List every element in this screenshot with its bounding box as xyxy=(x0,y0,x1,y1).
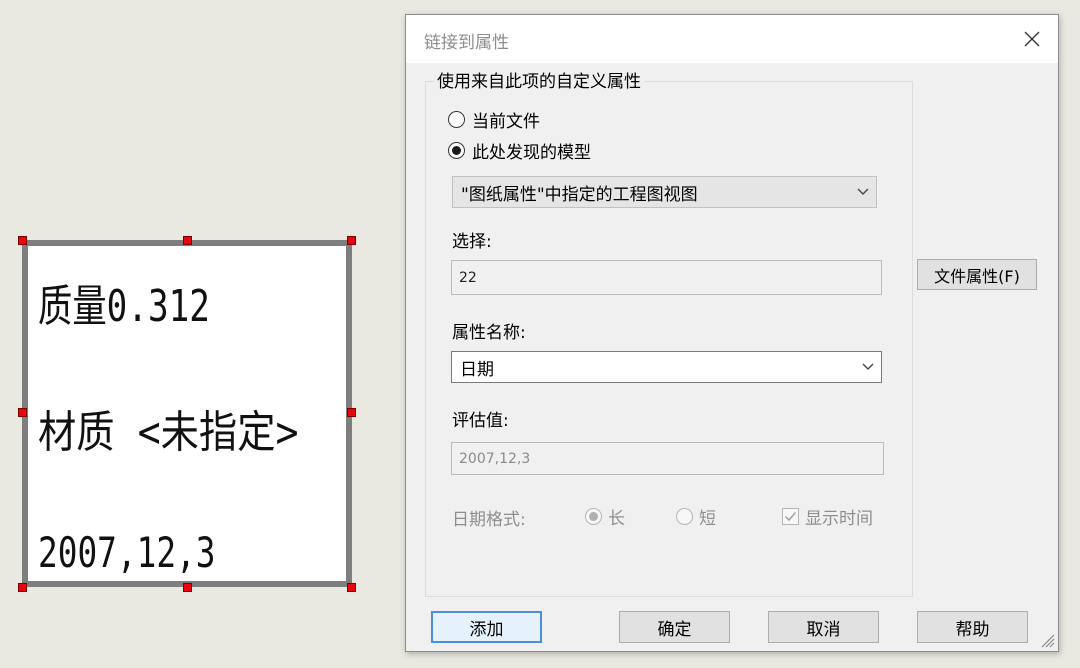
note-material-line: 材质 <未指定> xyxy=(38,407,299,458)
close-button[interactable] xyxy=(1014,21,1050,57)
resize-handle-bottom-left[interactable] xyxy=(18,583,27,592)
resize-handle-bottom-center[interactable] xyxy=(183,583,192,592)
radio-current-file-circle[interactable] xyxy=(448,111,465,128)
selection-label: 选择: xyxy=(452,232,492,252)
link-to-property-dialog: 链接到属性 使用来自此项的自定义属性 当前文件 此处发现的模型 "图纸属性"中指… xyxy=(405,14,1059,652)
close-icon xyxy=(1024,31,1040,47)
dialog-title: 链接到属性 xyxy=(424,33,509,53)
radio-current-file[interactable]: 当前文件 xyxy=(448,107,540,132)
group-title: 使用来自此项的自定义属性 xyxy=(434,67,644,92)
show-time-checkbox[interactable] xyxy=(782,508,799,525)
radio-model-found-here-label: 此处发现的模型 xyxy=(472,143,591,163)
radio-current-file-label: 当前文件 xyxy=(472,112,540,132)
date-format-long-label: 长 xyxy=(608,509,625,529)
date-format-label: 日期格式: xyxy=(452,510,526,530)
help-button[interactable]: 帮助 xyxy=(917,611,1028,643)
radio-model-found-here[interactable]: 此处发现的模型 xyxy=(448,138,591,163)
property-name-select[interactable]: 日期 xyxy=(451,351,882,383)
show-time-label: 显示时间 xyxy=(805,509,873,529)
selection-field[interactable]: 22 xyxy=(451,260,882,295)
note-date-line: 2007,12,3 xyxy=(38,528,216,577)
model-source-value: "图纸属性"中指定的工程图视图 xyxy=(461,184,698,205)
show-time-option[interactable]: 显示时间 xyxy=(782,504,873,529)
checkmark-icon xyxy=(784,512,797,522)
resize-handle-bottom-right[interactable] xyxy=(347,583,356,592)
date-format-short-option[interactable]: 短 xyxy=(676,504,716,529)
cancel-button[interactable]: 取消 xyxy=(768,611,879,643)
property-name-label: 属性名称: xyxy=(452,323,526,343)
property-name-value: 日期 xyxy=(460,359,494,380)
chevron-down-icon xyxy=(855,363,881,371)
resize-handle-middle-left[interactable] xyxy=(18,408,27,417)
note-mass-line: 质量0.312 xyxy=(38,281,210,332)
date-format-long-radio[interactable] xyxy=(585,508,602,525)
resize-handle-top-left[interactable] xyxy=(18,236,27,245)
model-source-select[interactable]: "图纸属性"中指定的工程图视图 xyxy=(452,176,877,208)
date-format-short-radio[interactable] xyxy=(676,508,693,525)
chevron-down-icon xyxy=(850,188,876,196)
resize-grip-icon[interactable] xyxy=(1037,630,1055,648)
add-button[interactable]: 添加 xyxy=(431,611,542,643)
evaluated-value-field: 2007,12,3 xyxy=(451,442,884,475)
file-properties-button[interactable]: 文件属性(F) xyxy=(917,259,1037,290)
date-format-short-label: 短 xyxy=(699,509,716,529)
resize-handle-middle-right[interactable] xyxy=(347,408,356,417)
evaluated-value-label: 评估值: xyxy=(452,411,509,431)
radio-model-found-here-circle[interactable] xyxy=(448,142,465,159)
ok-button[interactable]: 确定 xyxy=(619,611,730,643)
note-annotation-box[interactable]: 质量0.312 材质 <未指定> 2007,12,3 xyxy=(22,240,352,587)
resize-handle-top-right[interactable] xyxy=(347,236,356,245)
dialog-title-bar[interactable]: 链接到属性 xyxy=(406,15,1058,63)
resize-handle-top-center[interactable] xyxy=(183,236,192,245)
date-format-long-option[interactable]: 长 xyxy=(585,504,625,529)
